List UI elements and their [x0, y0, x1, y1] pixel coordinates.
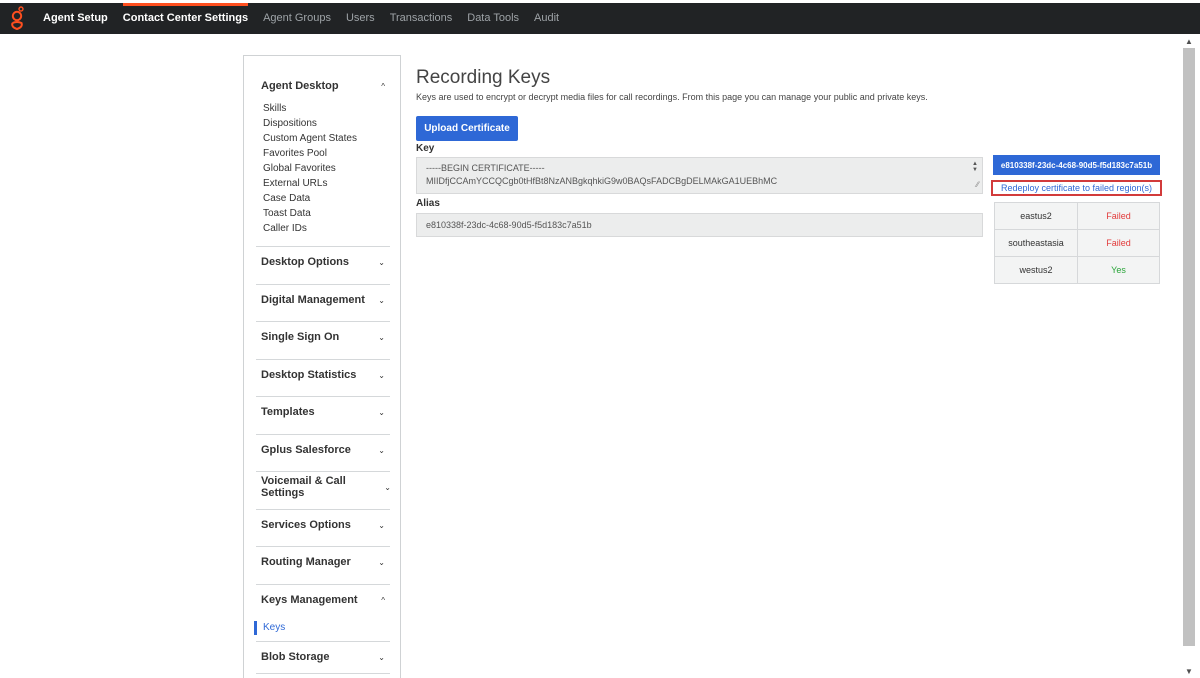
sidebar-divider: [256, 641, 390, 642]
region-status: Failed: [1077, 202, 1160, 230]
page-title: Recording Keys: [416, 67, 551, 88]
sidebar-divider: [256, 359, 390, 360]
sidebar-section-title: Desktop Statistics: [261, 369, 357, 381]
nav-contact-center-settings[interactable]: Contact Center Settings: [122, 3, 249, 34]
sidebar-item-caller-ids[interactable]: Caller IDs: [261, 221, 385, 236]
sidebar-section-title: Digital Management: [261, 294, 365, 306]
sidebar-section-desktop-statistics[interactable]: Desktop Statistics ⌄: [261, 363, 385, 387]
sidebar-divider: [256, 246, 390, 247]
sidebar-section-title: Routing Manager: [261, 556, 351, 568]
upload-certificate-button[interactable]: Upload Certificate: [416, 116, 518, 141]
sidebar-item-label: Keys: [263, 622, 286, 633]
chevron-down-icon[interactable]: ⌄: [378, 371, 385, 380]
sidebar-section-title: Agent Desktop: [261, 80, 339, 92]
chevron-down-icon[interactable]: ⌄: [384, 483, 391, 492]
chevron-down-icon[interactable]: ⌄: [378, 408, 385, 417]
chevron-down-icon[interactable]: ⌄: [378, 558, 385, 567]
sidebar-section-header-agent-desktop[interactable]: Agent Desktop ^: [261, 74, 385, 98]
key-line-1: -----BEGIN CERTIFICATE-----: [426, 163, 545, 173]
scroll-up-icon[interactable]: ▲: [1182, 36, 1196, 48]
sidebar-item-custom-agent-states[interactable]: Custom Agent States: [261, 131, 385, 146]
sidebar-divider: [256, 434, 390, 435]
sidebar-divider: [256, 673, 390, 674]
sidebar-section-desktop-options[interactable]: Desktop Options ⌄: [261, 250, 385, 274]
top-navigation-bar: Agent Setup Contact Center Settings Agen…: [0, 3, 1200, 34]
scroll-down-icon[interactable]: ▼: [1182, 666, 1196, 678]
chevron-down-icon[interactable]: ⌄: [378, 258, 385, 267]
chevron-up-icon[interactable]: ^: [381, 596, 385, 605]
chevron-down-icon[interactable]: ⌄: [378, 446, 385, 455]
chevron-down-icon[interactable]: ⌄: [378, 653, 385, 662]
sidebar-item-toast-data[interactable]: Toast Data: [261, 206, 385, 221]
nav-data-tools[interactable]: Data Tools: [467, 3, 519, 34]
sidebar-item-dispositions[interactable]: Dispositions: [261, 116, 385, 131]
sidebar-divider: [256, 284, 390, 285]
scrollbar-thumb[interactable]: [1183, 48, 1195, 646]
active-indicator: [254, 620, 257, 635]
region-name: westus2: [994, 256, 1078, 284]
sidebar-section-title: Desktop Options: [261, 256, 350, 268]
sidebar-divider: [256, 546, 390, 547]
sidebar-section-blob-storage[interactable]: Blob Storage ⌄: [261, 645, 385, 669]
sidebar-section-title: Keys Management: [261, 594, 358, 606]
sidebar-section-title: Gplus Salesforce: [261, 444, 351, 456]
sidebar-section-title: Single Sign On: [261, 331, 340, 343]
sidebar-item-external-urls[interactable]: External URLs: [261, 176, 385, 191]
sidebar-item-keys[interactable]: Keys: [254, 620, 394, 635]
table-row: westus2 Yes: [994, 256, 1160, 284]
sidebar-divider: [256, 321, 390, 322]
chevron-down-icon[interactable]: ⌄: [378, 333, 385, 342]
sidebar-divider: [256, 584, 390, 585]
key-textarea[interactable]: -----BEGIN CERTIFICATE----- MIIDfjCCAmYC…: [416, 157, 983, 194]
key-line-2: MIIDfjCCAmYCCQCgb0tHfBt8NzANBgkqhkiG9w0B…: [426, 176, 778, 186]
vertical-scrollbar[interactable]: ▲ ▼: [1182, 36, 1196, 678]
sidebar-item-case-data[interactable]: Case Data: [261, 191, 385, 206]
sidebar-divider: [256, 509, 390, 510]
region-name: eastus2: [994, 202, 1078, 230]
table-row: southeastasia Failed: [994, 229, 1160, 257]
nav-audit[interactable]: Audit: [534, 3, 559, 34]
nav-agent-setup[interactable]: Agent Setup: [43, 3, 108, 34]
resize-handle-icon[interactable]: ∕∕: [976, 178, 979, 191]
sidebar-section-gplus-salesforce[interactable]: Gplus Salesforce ⌄: [261, 438, 385, 462]
sidebar-item-global-favorites[interactable]: Global Favorites: [261, 161, 385, 176]
sidebar-section-voicemail-call-settings[interactable]: Voicemail & Call Settings ⌄: [261, 475, 391, 499]
redeploy-certificate-link[interactable]: Redeploy certificate to failed region(s): [991, 180, 1162, 196]
sidebar-section-routing-manager[interactable]: Routing Manager ⌄: [261, 550, 385, 574]
sidebar-section-title: Blob Storage: [261, 651, 330, 663]
sidebar-item-skills[interactable]: Skills: [261, 101, 385, 116]
chevron-up-icon[interactable]: ^: [381, 82, 385, 91]
nav-agent-groups[interactable]: Agent Groups: [263, 3, 331, 34]
alias-label: Alias: [416, 198, 440, 209]
sidebar-section-templates[interactable]: Templates ⌄: [261, 400, 385, 424]
alias-field[interactable]: e810338f-23dc-4c68-90d5-f5d183c7a51b: [416, 213, 983, 237]
sidebar-divider: [256, 396, 390, 397]
region-status-table: eastus2 Failed southeastasia Failed west…: [994, 202, 1160, 284]
chevron-down-icon[interactable]: ⌄: [378, 296, 385, 305]
key-label: Key: [416, 143, 435, 154]
settings-sidebar: Agent Desktop ^ Skills Dispositions Cust…: [243, 55, 401, 678]
sidebar-section-title: Templates: [261, 406, 315, 418]
sidebar-section-title: Services Options: [261, 519, 351, 531]
certificate-id-badge[interactable]: e810338f-23dc-4c68-90d5-f5d183c7a51b: [993, 155, 1160, 175]
page-description: Keys are used to encrypt or decrypt medi…: [416, 92, 928, 102]
genesys-logo-icon[interactable]: [0, 3, 34, 34]
sidebar-section-services-options[interactable]: Services Options ⌄: [261, 513, 385, 537]
sidebar-divider: [256, 471, 390, 472]
region-status: Yes: [1077, 256, 1160, 284]
sidebar-item-favorites-pool[interactable]: Favorites Pool: [261, 146, 385, 161]
sidebar-section-keys-management[interactable]: Keys Management ^: [261, 588, 385, 612]
sidebar-section-single-sign-on[interactable]: Single Sign On ⌄: [261, 325, 385, 349]
region-name: southeastasia: [994, 229, 1078, 257]
region-status: Failed: [1077, 229, 1160, 257]
sidebar-section-title: Voicemail & Call Settings: [261, 475, 346, 499]
table-row: eastus2 Failed: [994, 202, 1160, 230]
sidebar-section-digital-management[interactable]: Digital Management ⌄: [261, 288, 385, 312]
nav-transactions[interactable]: Transactions: [390, 3, 453, 34]
nav-users[interactable]: Users: [346, 3, 375, 34]
spinner-icon[interactable]: ▲ ▼: [972, 161, 978, 173]
sidebar-section-agent-desktop: Agent Desktop ^ Skills Dispositions Cust…: [261, 74, 385, 236]
chevron-down-icon[interactable]: ⌄: [378, 521, 385, 530]
